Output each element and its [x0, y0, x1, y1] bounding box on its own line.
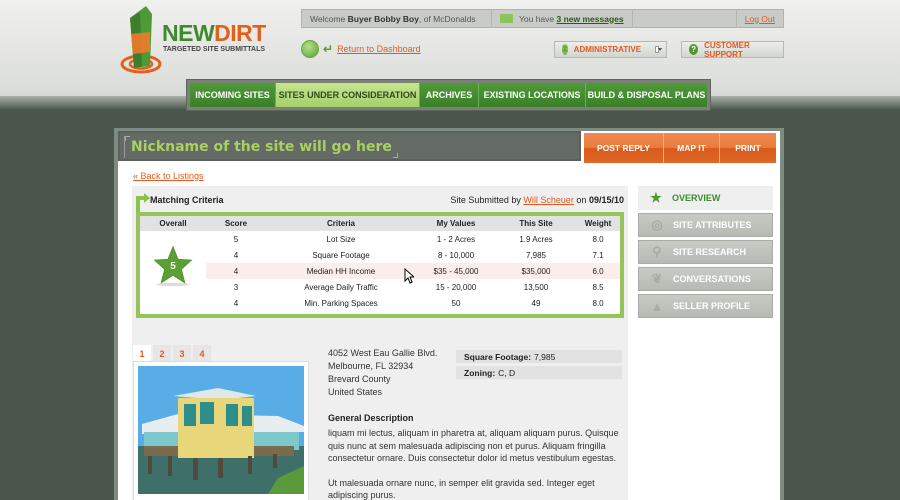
col-weight: Weight: [576, 216, 620, 231]
site-actions: POST REPLY MAP IT PRINT: [584, 133, 776, 163]
person-icon: ▲: [650, 298, 664, 314]
col-this-site: This Site: [496, 216, 576, 231]
table-row: 4 Square Footage 8 - 10,000 7,985 7.1: [233, 250, 604, 260]
submitted-date: 09/15/10: [588, 195, 624, 205]
logout-link[interactable]: Log Out: [735, 10, 783, 27]
table-row: 4 Median HH Income $35 - 45,000 $35,000 …: [140, 263, 620, 279]
map-it-button[interactable]: MAP IT: [664, 133, 720, 163]
side-item-site-attributes[interactable]: ◎ SITE ATTRIBUTES: [638, 213, 773, 237]
return-dashboard[interactable]: ↵ Return to Dashboard: [301, 40, 421, 58]
welcome-text: Welcome Buyer Bobby Boy, of McDonalds: [302, 10, 492, 27]
site-properties: Square Footage: 7,985 Zoning: C, D: [456, 350, 622, 382]
photo-frame: [133, 361, 309, 500]
messages-notice: You have 3 new messages: [492, 10, 633, 27]
general-description: liquam mi lectus, aliquam in pharetra at…: [328, 428, 619, 500]
arrow-right-icon: [144, 193, 155, 203]
logo-tower-icon: [120, 6, 162, 74]
site-side-menu: ★ OVERVIEW ◎ SITE ATTRIBUTES ⚲ SITE RESE…: [638, 186, 773, 321]
help-icon: ?: [689, 44, 699, 55]
new-messages-link[interactable]: 3 new messages: [557, 14, 624, 24]
site-address: 4052 West Eau Gallie Blvd. Melbourne, FL…: [328, 348, 438, 397]
speedometer-icon: [301, 40, 319, 58]
photo-tab-2[interactable]: 2: [153, 345, 171, 362]
tab-archives[interactable]: ARCHIVES: [420, 83, 479, 107]
welcome-bar: Welcome Buyer Bobby Boy, of McDonalds Yo…: [301, 9, 784, 28]
magnifier-icon: ⚲: [652, 244, 662, 259]
return-dashboard-link[interactable]: Return to Dashboard: [337, 44, 421, 54]
site-content: Matching Criteria Site Submitted by Will…: [132, 186, 628, 500]
tab-existing-locations[interactable]: EXISTING LOCATIONS: [479, 83, 586, 107]
back-to-listings-link[interactable]: « Back to Listings: [133, 171, 204, 181]
tab-build-disposal-plans[interactable]: BUILD & DISPOSAL PLANS: [586, 83, 707, 107]
photo-tab-4[interactable]: 4: [193, 345, 211, 362]
chevron-down-icon[interactable]: [655, 46, 662, 53]
envelope-icon: [500, 14, 513, 23]
photo-tabs: 1 2 3 4: [133, 345, 211, 362]
site-nickname: Nickname of the site will go here: [124, 136, 398, 158]
matching-criteria-title: Matching Criteria: [150, 195, 224, 205]
site-detail-panel: Nickname of the site will go here POST R…: [118, 131, 780, 500]
star-icon: ★: [650, 190, 662, 205]
property-zoning: Zoning: C, D: [456, 366, 622, 379]
overall-score: 5: [170, 261, 176, 272]
post-reply-button[interactable]: POST REPLY: [584, 133, 664, 163]
site-photo[interactable]: [138, 366, 304, 494]
table-row: 3 Average Daily Traffic 15 - 20,000 13,5…: [233, 282, 604, 292]
matching-criteria-table: Overall Score Criteria My Values This Si…: [136, 212, 624, 318]
print-button[interactable]: PRINT: [720, 133, 776, 163]
administrative-dropdown[interactable]: ADMINISTRATIVE: [554, 41, 667, 58]
photo-tab-3[interactable]: 3: [173, 345, 191, 362]
gear-icon: [562, 44, 568, 55]
submitter-link[interactable]: Will Scheuer: [523, 195, 574, 205]
logo-wordmark: NEWDIRT: [162, 20, 266, 46]
site-detail-frame: Nickname of the site will go here POST R…: [114, 128, 784, 500]
speech-bubbles-icon: ❦: [651, 271, 663, 286]
side-item-seller-profile[interactable]: ▲ SELLER PROFILE: [638, 294, 773, 318]
submitted-info: Site Submitted by Will Scheuer on 09/15/…: [450, 195, 624, 205]
col-criteria: Criteria: [266, 216, 416, 231]
return-arrow-icon: ↵: [323, 42, 334, 56]
matching-criteria-header: Matching Criteria Site Submitted by Will…: [132, 190, 628, 210]
general-description-title: General Description: [328, 413, 414, 423]
tab-sites-under-consideration[interactable]: SITES UNDER CONSIDERATION: [276, 83, 420, 107]
nickname-bar: Nickname of the site will go here: [118, 131, 581, 161]
col-score: Score: [206, 216, 266, 231]
tab-incoming-sites[interactable]: INCOMING SITES: [190, 83, 276, 107]
logo[interactable]: NEWDIRT TARGETED SITE SUBMITTALS: [120, 4, 266, 76]
side-item-conversations[interactable]: ❦ CONVERSATIONS: [638, 267, 773, 291]
overall-rating: 5: [140, 231, 206, 311]
logo-tagline: TARGETED SITE SUBMITTALS: [163, 46, 266, 53]
side-item-overview[interactable]: ★ OVERVIEW: [638, 186, 773, 210]
col-overall: Overall: [140, 216, 206, 231]
table-row: 4 Min. Parking Spaces 50 49 8.0: [233, 298, 604, 308]
table-row: 5 5 Lot Size 1 - 2 Acres 1.9 Acres 8.0: [140, 231, 620, 287]
photo-tab-1[interactable]: 1: [133, 345, 151, 362]
building-image: [138, 366, 304, 494]
user-name: Buyer Bobby Boy: [347, 13, 419, 24]
col-my-values: My Values: [416, 216, 496, 231]
mouse-cursor-icon: [404, 268, 414, 284]
main-nav: INCOMING SITES SITES UNDER CONSIDERATION…: [186, 79, 711, 111]
target-icon: ◎: [651, 217, 663, 232]
property-square-footage: Square Footage: 7,985: [456, 350, 622, 363]
table-header-row: Overall Score Criteria My Values This Si…: [140, 216, 620, 231]
side-item-site-research[interactable]: ⚲ SITE RESEARCH: [638, 240, 773, 264]
customer-support-button[interactable]: ? CUSTOMER SUPPORT: [681, 41, 784, 59]
